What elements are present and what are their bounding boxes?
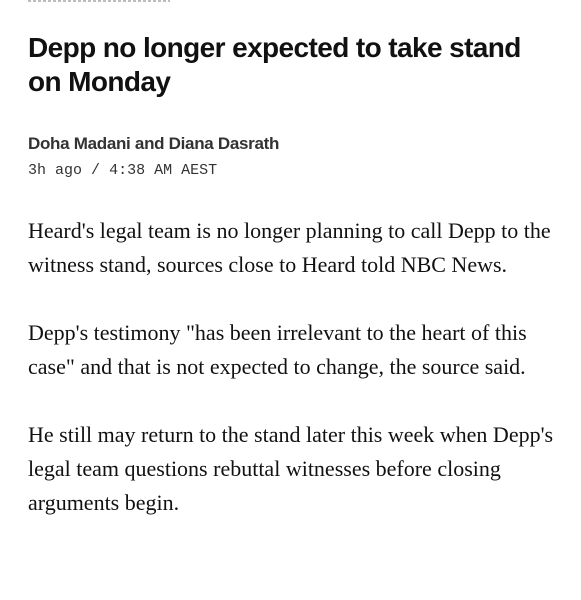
time-exact: 4:38 AM AEST	[109, 162, 218, 179]
article-body: Heard's legal team is no longer planning…	[28, 214, 558, 554]
time-separator: /	[91, 162, 101, 179]
article-paragraph: Depp's testimony "has been irrelevant to…	[28, 320, 527, 379]
article-page: Depp no longer expected to take stand on…	[0, 0, 581, 600]
article-paragraph: Heard's legal team is no longer planning…	[28, 218, 551, 277]
article-timestamp: 3h ago / 4:38 AM AEST	[28, 161, 217, 181]
top-divider	[28, 0, 170, 3]
article-paragraph: He still may return to the stand later t…	[28, 422, 554, 515]
article-headline: Depp no longer expected to take stand on…	[28, 32, 521, 97]
time-ago: 3h ago	[28, 162, 83, 179]
article-byline[interactable]: Doha Madani and Diana Dasrath	[28, 133, 279, 155]
